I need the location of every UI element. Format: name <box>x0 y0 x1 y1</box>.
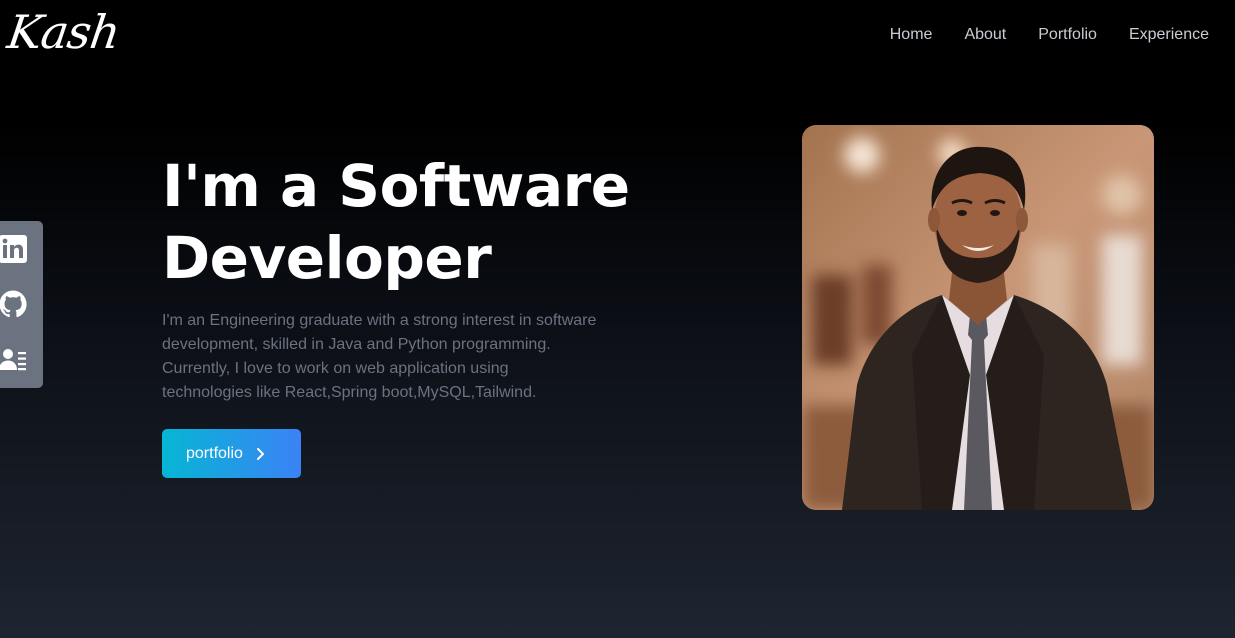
resume-icon[interactable] <box>0 345 28 375</box>
portfolio-button-label: portfolio <box>186 444 243 462</box>
nav-item-about[interactable]: About <box>964 26 1006 44</box>
hero-title: I'm a Software Developer <box>162 150 702 294</box>
social-links-bar <box>0 221 43 388</box>
portfolio-button[interactable]: portfolio <box>162 429 301 478</box>
nav-item-home[interactable]: Home <box>890 26 933 44</box>
hero-description: I'm an Engineering graduate with a stron… <box>162 312 597 401</box>
nav-links: Home About Portfolio Experience <box>890 26 1209 44</box>
hero-title-line-1: I'm a Software <box>162 152 630 220</box>
github-icon[interactable] <box>0 289 28 319</box>
profile-photo <box>802 125 1154 510</box>
nav-item-experience[interactable]: Experience <box>1129 26 1209 44</box>
hero-title-line-2: Developer <box>162 224 492 292</box>
linkedin-icon[interactable] <box>0 234 28 264</box>
chevron-right-icon <box>256 447 264 460</box>
nav-item-portfolio[interactable]: Portfolio <box>1038 26 1097 44</box>
site-logo[interactable]: Kash <box>4 2 123 62</box>
navbar: Kash Home About Portfolio Experience <box>0 0 1235 72</box>
